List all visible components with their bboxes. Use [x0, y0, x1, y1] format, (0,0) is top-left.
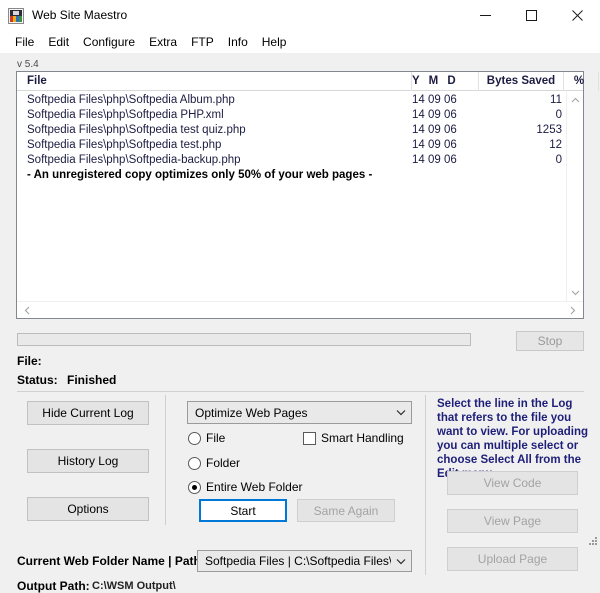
radio-file-label: File — [206, 431, 226, 445]
main-content: v 5.4 File Y M D Bytes Saved % Softpedia… — [0, 53, 600, 593]
column-header-ymd[interactable]: Y M D — [412, 72, 478, 91]
cell-ymd: 14 09 06 — [412, 108, 457, 121]
radio-folder[interactable]: Folder — [188, 456, 240, 470]
smart-handling-label: Smart Handling — [321, 431, 404, 445]
radio-entire-web-folder-mark — [188, 480, 201, 494]
table-row[interactable]: Softpedia Files\php\Softpedia test.php 1… — [17, 137, 566, 152]
cell-bytes: 0 — [555, 108, 562, 121]
window-title: Web Site Maestro — [32, 8, 128, 22]
column-header-bytes[interactable]: Bytes Saved — [478, 71, 563, 91]
smart-handling-checkbox[interactable]: Smart Handling — [303, 431, 404, 445]
close-button[interactable] — [554, 0, 600, 31]
column-header-file[interactable]: File — [17, 71, 412, 91]
cell-ymd: 14 09 06 — [412, 138, 457, 151]
start-button[interactable]: Start — [199, 499, 287, 522]
radio-file[interactable]: File — [188, 431, 225, 445]
current-web-folder-dropdown[interactable]: Softpedia Files | C:\Softpedia Files\ — [197, 550, 412, 572]
scroll-left-icon[interactable] — [19, 302, 36, 318]
cell-bytes: 0 — [555, 153, 562, 166]
menu-item-edit[interactable]: Edit — [41, 32, 76, 52]
menu-bar: File Edit Configure Extra FTP Info Help — [0, 31, 600, 53]
cell-file: Softpedia Files\php\Softpedia PHP.xml — [27, 108, 224, 121]
vertical-scrollbar[interactable] — [566, 92, 583, 301]
menu-item-ftp[interactable]: FTP — [184, 32, 221, 52]
separator-horizontal — [17, 391, 584, 392]
same-again-button[interactable]: Same Again — [297, 499, 395, 522]
history-log-button[interactable]: History Log — [27, 449, 149, 473]
current-web-folder-value: Softpedia Files | C:\Softpedia Files\ — [205, 554, 392, 568]
vertical-scroll-track[interactable] — [567, 109, 583, 284]
menu-item-info[interactable]: Info — [221, 32, 255, 52]
minimize-button[interactable] — [462, 0, 508, 31]
chevron-down-icon — [391, 409, 411, 416]
resize-grip[interactable] — [585, 535, 598, 548]
table-row[interactable]: Softpedia Files\php\Softpedia-backup.php… — [17, 152, 566, 167]
help-text: Select the line in the Log that refers t… — [437, 398, 588, 480]
mode-dropdown[interactable]: Optimize Web Pages — [187, 401, 412, 424]
status-label: Status: — [17, 373, 58, 387]
scroll-down-icon[interactable] — [567, 284, 584, 301]
output-path-label: Output Path: — [17, 579, 90, 593]
cell-ymd: 14 09 06 — [412, 93, 457, 106]
menu-item-configure[interactable]: Configure — [76, 32, 142, 52]
column-header-percent[interactable]: % — [563, 71, 599, 91]
cell-file: Softpedia Files\php\Softpedia test quiz.… — [27, 123, 246, 136]
maximize-button[interactable] — [508, 0, 554, 31]
separator-vertical-right — [425, 395, 426, 575]
current-web-folder-label: Current Web Folder Name | Path: — [17, 554, 205, 568]
cell-ymd: 14 09 06 — [412, 153, 457, 166]
table-row[interactable]: Softpedia Files\php\Softpedia Album.php … — [17, 92, 566, 107]
cell-bytes: 11 — [550, 93, 562, 106]
app-icon — [8, 7, 24, 24]
radio-folder-mark — [188, 456, 201, 470]
menu-item-file[interactable]: File — [8, 32, 41, 52]
menu-item-help[interactable]: Help — [255, 32, 294, 52]
title-bar: Web Site Maestro — [0, 0, 600, 31]
unregistered-notice: - An unregistered copy optimizes only 50… — [27, 169, 373, 181]
cell-file: Softpedia Files\php\Softpedia Album.php — [27, 93, 235, 106]
view-page-button[interactable]: View Page — [447, 509, 578, 533]
cell-file: Softpedia Files\php\Softpedia test.php — [27, 138, 222, 151]
table-row[interactable]: Softpedia Files\php\Softpedia test quiz.… — [17, 122, 566, 137]
stop-button[interactable]: Stop — [516, 331, 584, 351]
version-label: v 5.4 — [17, 59, 39, 70]
cell-bytes: 1253 — [536, 123, 562, 136]
status-value: Finished — [67, 373, 117, 387]
scroll-up-icon[interactable] — [567, 92, 584, 109]
radio-entire-web-folder-label: Entire Web Folder — [206, 480, 303, 494]
radio-folder-label: Folder — [206, 456, 241, 470]
cell-ymd: 14 09 06 — [412, 123, 457, 136]
log-header-row: File Y M D Bytes Saved % — [17, 71, 599, 91]
checkbox-mark — [303, 431, 316, 445]
window-controls — [462, 0, 600, 31]
table-row[interactable]: Softpedia Files\php\Softpedia PHP.xml 14… — [17, 107, 566, 122]
cell-file: Softpedia Files\php\Softpedia-backup.php — [27, 153, 241, 166]
output-path-value: C:\WSM Output\ — [92, 580, 176, 592]
menu-item-extra[interactable]: Extra — [142, 32, 184, 52]
view-code-button[interactable]: View Code — [447, 471, 578, 495]
upload-page-button[interactable]: Upload Page — [447, 547, 578, 571]
log-rows: Softpedia Files\php\Softpedia Album.php … — [17, 92, 566, 301]
horizontal-scrollbar[interactable] — [17, 301, 583, 318]
separator-vertical-left — [165, 395, 166, 525]
radio-file-mark — [188, 431, 201, 445]
cell-bytes: 12 — [549, 138, 562, 151]
log-list[interactable]: File Y M D Bytes Saved % Softpedia Files… — [16, 71, 599, 319]
hide-current-log-button[interactable]: Hide Current Log — [27, 401, 149, 425]
progress-bar — [17, 333, 471, 346]
radio-entire-web-folder[interactable]: Entire Web Folder — [188, 480, 303, 494]
scroll-right-icon[interactable] — [564, 302, 581, 318]
options-button[interactable]: Options — [27, 497, 149, 521]
chevron-down-icon — [391, 558, 411, 565]
file-label: File: — [17, 354, 42, 368]
mode-dropdown-value: Optimize Web Pages — [195, 405, 308, 420]
